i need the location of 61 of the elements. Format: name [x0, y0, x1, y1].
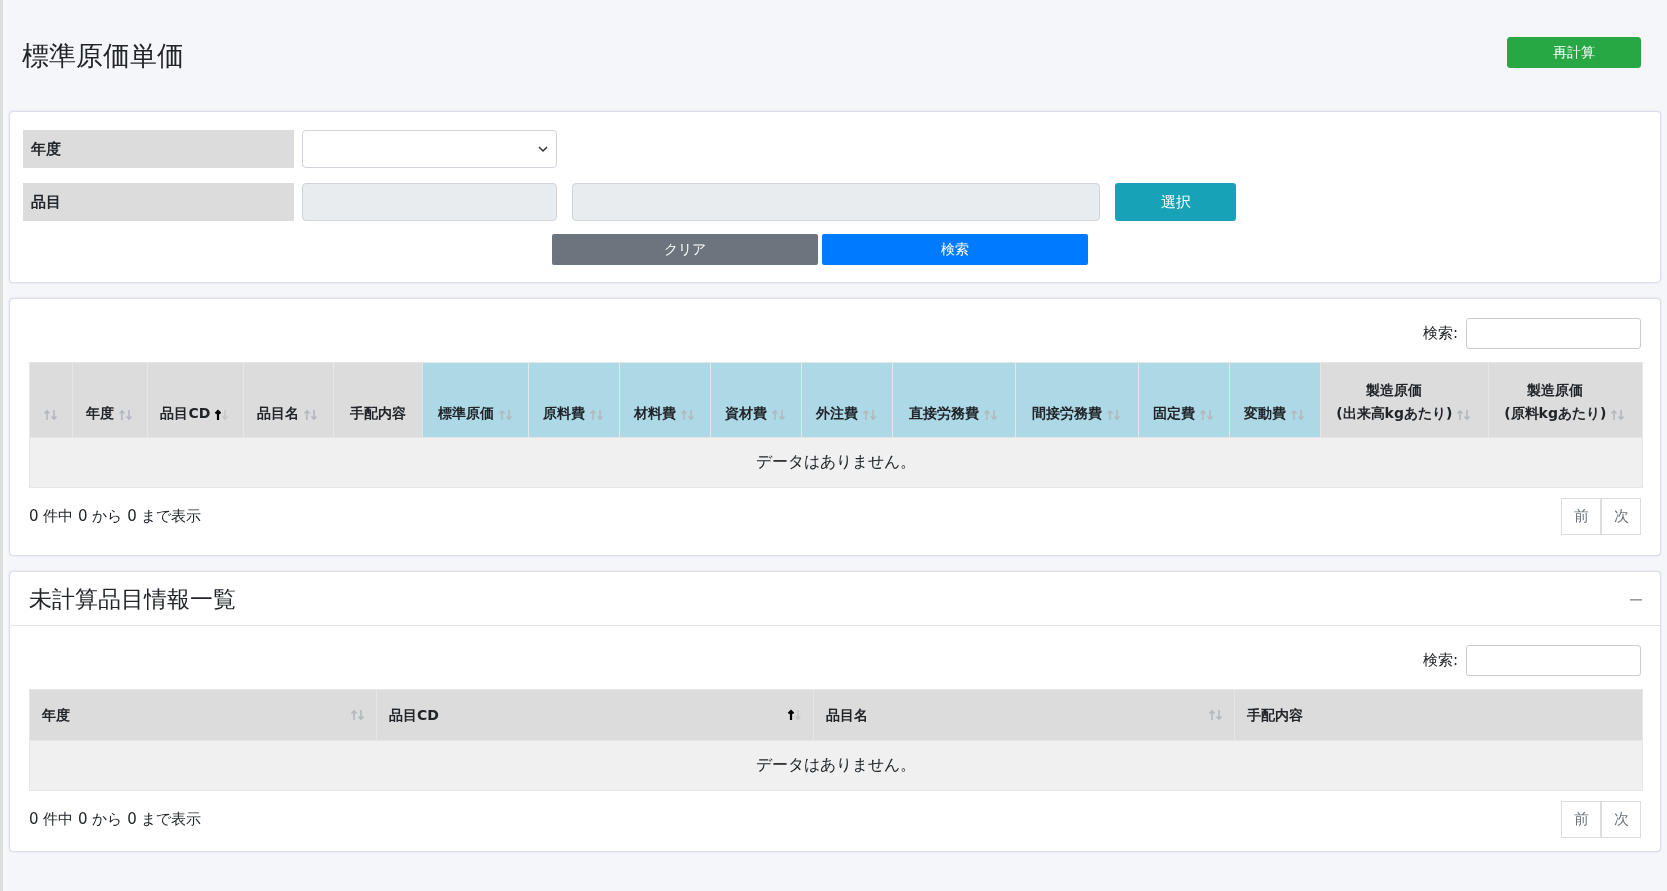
column-label: 製造原価 (出来高kgあたり): [1336, 381, 1453, 423]
search-button[interactable]: 検索: [822, 234, 1088, 265]
column-header[interactable]: 品目名: [813, 689, 1235, 741]
column-header[interactable]: 外注費: [801, 362, 893, 438]
year-select[interactable]: [302, 130, 557, 168]
column-label: 変動費: [1244, 403, 1286, 423]
field-label: 年度: [23, 130, 294, 168]
column-header[interactable]: 年度: [72, 362, 148, 438]
prev-page-button[interactable]: 前: [1561, 801, 1601, 838]
clear-button[interactable]: クリア: [552, 234, 818, 265]
field-label: 品目: [23, 183, 294, 221]
column-label: 材料費: [634, 403, 676, 423]
chevron-down-icon: [538, 145, 548, 153]
column-label: 年度: [86, 403, 115, 423]
next-page-button[interactable]: 次: [1601, 498, 1641, 535]
column-header[interactable]: 標準原価: [422, 362, 529, 438]
column-label: 固定費: [1152, 403, 1195, 423]
empty-message: データはありません。: [29, 740, 1643, 791]
column-label: 手配内容: [1247, 705, 1303, 725]
column-header[interactable]: 原料費: [528, 362, 620, 438]
search-field[interactable]: [1466, 318, 1641, 349]
empty-message: データはありません。: [29, 437, 1643, 488]
column-header[interactable]: [29, 362, 73, 438]
page-title: 標準原価単価: [22, 38, 184, 73]
section-title: 未計算品目情報一覧: [29, 585, 236, 614]
table-info: 0 件中 0 から 0 まで表示: [29, 507, 202, 526]
column-label: 品目CD: [160, 403, 211, 423]
column-header[interactable]: 資材費: [710, 362, 802, 438]
column-header[interactable]: 製造原価 (原料kgあたり): [1488, 362, 1643, 438]
column-label: 原料費: [543, 403, 586, 423]
sort-icon[interactable]: [787, 709, 803, 721]
column-label: 間接労務費: [1032, 403, 1102, 423]
column-label: 外注費: [815, 403, 858, 423]
sort-icon[interactable]: [214, 409, 231, 421]
column-header[interactable]: 固定費: [1138, 362, 1230, 438]
column-label: 手配内容: [349, 403, 406, 423]
prev-page-button[interactable]: 前: [1561, 498, 1601, 535]
column-header[interactable]: 年度: [29, 689, 377, 741]
column-header[interactable]: 品目CD: [376, 689, 814, 741]
next-page-button[interactable]: 次: [1601, 801, 1641, 838]
column-label: 品目名: [826, 705, 868, 725]
column-header[interactable]: 品目CD: [147, 362, 243, 438]
search-label: 検索:: [1422, 651, 1458, 670]
column-header[interactable]: 間接労務費: [1015, 362, 1139, 438]
column-header[interactable]: 変動費: [1229, 362, 1321, 438]
column-header[interactable]: 製造原価 (出来高kgあたり): [1320, 362, 1488, 438]
column-header[interactable]: 手配内容: [333, 362, 423, 438]
table-info: 0 件中 0 から 0 まで表示: [29, 810, 202, 829]
search-field[interactable]: [1466, 645, 1641, 676]
column-header[interactable]: 材料費: [619, 362, 711, 438]
column-header[interactable]: 品目名: [243, 362, 334, 438]
column-label: 品目CD: [389, 705, 439, 725]
column-label: 標準原価: [437, 403, 494, 423]
column-label: 資材費: [724, 403, 767, 423]
column-label: 品目名: [257, 403, 300, 423]
column-label: 年度: [42, 705, 70, 725]
column-header[interactable]: 直接労務費: [892, 362, 1016, 438]
column-label: 直接労務費: [909, 403, 980, 423]
column-header[interactable]: 手配内容: [1234, 689, 1643, 741]
column-label: 製造原価 (原料kgあたり): [1504, 381, 1607, 423]
search-label: 検索:: [1422, 324, 1458, 343]
